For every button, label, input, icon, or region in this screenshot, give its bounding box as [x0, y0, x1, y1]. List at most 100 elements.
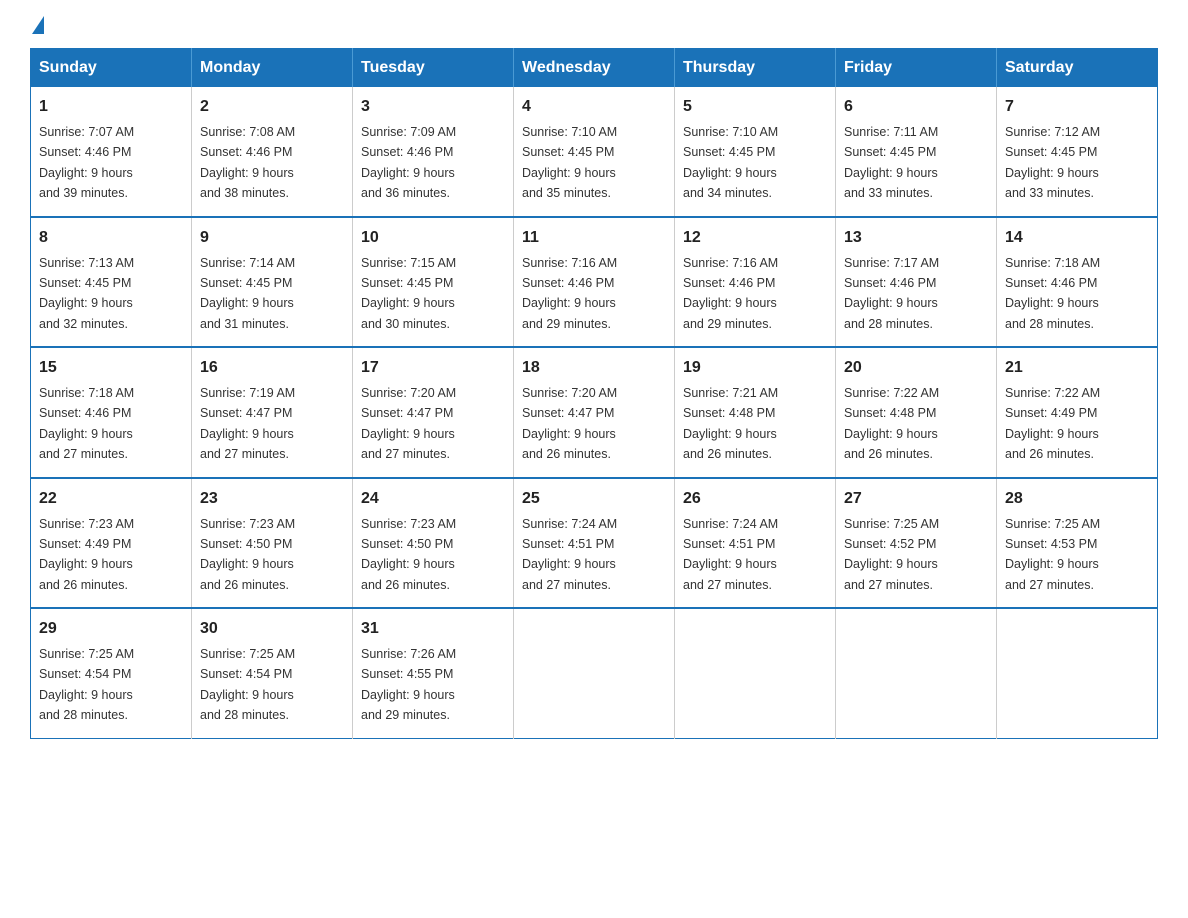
- calendar-header-thursday: Thursday: [675, 49, 836, 88]
- day-info: Sunrise: 7:22 AMSunset: 4:48 PMDaylight:…: [844, 386, 939, 461]
- day-info: Sunrise: 7:11 AMSunset: 4:45 PMDaylight:…: [844, 125, 938, 200]
- day-number: 12: [683, 226, 827, 250]
- day-number: 13: [844, 226, 988, 250]
- day-number: 10: [361, 226, 505, 250]
- calendar-cell: 22 Sunrise: 7:23 AMSunset: 4:49 PMDaylig…: [31, 478, 192, 609]
- calendar-cell: 20 Sunrise: 7:22 AMSunset: 4:48 PMDaylig…: [836, 347, 997, 478]
- day-info: Sunrise: 7:22 AMSunset: 4:49 PMDaylight:…: [1005, 386, 1100, 461]
- day-info: Sunrise: 7:23 AMSunset: 4:49 PMDaylight:…: [39, 517, 134, 592]
- day-info: Sunrise: 7:25 AMSunset: 4:54 PMDaylight:…: [200, 647, 295, 722]
- calendar-cell: 19 Sunrise: 7:21 AMSunset: 4:48 PMDaylig…: [675, 347, 836, 478]
- day-number: 15: [39, 356, 183, 380]
- day-number: 20: [844, 356, 988, 380]
- calendar-cell: 26 Sunrise: 7:24 AMSunset: 4:51 PMDaylig…: [675, 478, 836, 609]
- calendar-cell: 29 Sunrise: 7:25 AMSunset: 4:54 PMDaylig…: [31, 608, 192, 738]
- day-info: Sunrise: 7:23 AMSunset: 4:50 PMDaylight:…: [200, 517, 295, 592]
- day-number: 1: [39, 95, 183, 119]
- page-header: [30, 20, 1158, 38]
- calendar-cell: 25 Sunrise: 7:24 AMSunset: 4:51 PMDaylig…: [514, 478, 675, 609]
- day-info: Sunrise: 7:10 AMSunset: 4:45 PMDaylight:…: [683, 125, 778, 200]
- day-info: Sunrise: 7:16 AMSunset: 4:46 PMDaylight:…: [522, 256, 617, 331]
- calendar-cell: 6 Sunrise: 7:11 AMSunset: 4:45 PMDayligh…: [836, 87, 997, 217]
- calendar-cell: 16 Sunrise: 7:19 AMSunset: 4:47 PMDaylig…: [192, 347, 353, 478]
- day-number: 26: [683, 487, 827, 511]
- calendar-cell: 8 Sunrise: 7:13 AMSunset: 4:45 PMDayligh…: [31, 217, 192, 348]
- day-info: Sunrise: 7:20 AMSunset: 4:47 PMDaylight:…: [361, 386, 456, 461]
- day-number: 28: [1005, 487, 1149, 511]
- day-number: 30: [200, 617, 344, 641]
- calendar-cell: 11 Sunrise: 7:16 AMSunset: 4:46 PMDaylig…: [514, 217, 675, 348]
- calendar-header-tuesday: Tuesday: [353, 49, 514, 88]
- calendar-cell: 14 Sunrise: 7:18 AMSunset: 4:46 PMDaylig…: [997, 217, 1158, 348]
- day-info: Sunrise: 7:08 AMSunset: 4:46 PMDaylight:…: [200, 125, 295, 200]
- calendar-cell: 28 Sunrise: 7:25 AMSunset: 4:53 PMDaylig…: [997, 478, 1158, 609]
- calendar-cell: 13 Sunrise: 7:17 AMSunset: 4:46 PMDaylig…: [836, 217, 997, 348]
- calendar-header-saturday: Saturday: [997, 49, 1158, 88]
- day-number: 8: [39, 226, 183, 250]
- day-info: Sunrise: 7:24 AMSunset: 4:51 PMDaylight:…: [522, 517, 617, 592]
- day-info: Sunrise: 7:19 AMSunset: 4:47 PMDaylight:…: [200, 386, 295, 461]
- calendar-cell: [836, 608, 997, 738]
- calendar-cell: 21 Sunrise: 7:22 AMSunset: 4:49 PMDaylig…: [997, 347, 1158, 478]
- day-info: Sunrise: 7:25 AMSunset: 4:52 PMDaylight:…: [844, 517, 939, 592]
- calendar-cell: [997, 608, 1158, 738]
- day-number: 25: [522, 487, 666, 511]
- day-number: 6: [844, 95, 988, 119]
- day-number: 29: [39, 617, 183, 641]
- calendar-header-wednesday: Wednesday: [514, 49, 675, 88]
- day-info: Sunrise: 7:16 AMSunset: 4:46 PMDaylight:…: [683, 256, 778, 331]
- day-number: 4: [522, 95, 666, 119]
- day-number: 3: [361, 95, 505, 119]
- day-info: Sunrise: 7:21 AMSunset: 4:48 PMDaylight:…: [683, 386, 778, 461]
- calendar-cell: 9 Sunrise: 7:14 AMSunset: 4:45 PMDayligh…: [192, 217, 353, 348]
- calendar-cell: 15 Sunrise: 7:18 AMSunset: 4:46 PMDaylig…: [31, 347, 192, 478]
- calendar-cell: 31 Sunrise: 7:26 AMSunset: 4:55 PMDaylig…: [353, 608, 514, 738]
- day-info: Sunrise: 7:14 AMSunset: 4:45 PMDaylight:…: [200, 256, 295, 331]
- calendar-cell: 2 Sunrise: 7:08 AMSunset: 4:46 PMDayligh…: [192, 87, 353, 217]
- calendar-table: SundayMondayTuesdayWednesdayThursdayFrid…: [30, 48, 1158, 739]
- day-info: Sunrise: 7:18 AMSunset: 4:46 PMDaylight:…: [39, 386, 134, 461]
- day-info: Sunrise: 7:07 AMSunset: 4:46 PMDaylight:…: [39, 125, 134, 200]
- calendar-week-5: 29 Sunrise: 7:25 AMSunset: 4:54 PMDaylig…: [31, 608, 1158, 738]
- day-info: Sunrise: 7:18 AMSunset: 4:46 PMDaylight:…: [1005, 256, 1100, 331]
- day-info: Sunrise: 7:17 AMSunset: 4:46 PMDaylight:…: [844, 256, 939, 331]
- day-number: 17: [361, 356, 505, 380]
- day-number: 16: [200, 356, 344, 380]
- day-info: Sunrise: 7:09 AMSunset: 4:46 PMDaylight:…: [361, 125, 456, 200]
- calendar-cell: 30 Sunrise: 7:25 AMSunset: 4:54 PMDaylig…: [192, 608, 353, 738]
- day-number: 19: [683, 356, 827, 380]
- day-number: 18: [522, 356, 666, 380]
- calendar-week-2: 8 Sunrise: 7:13 AMSunset: 4:45 PMDayligh…: [31, 217, 1158, 348]
- day-info: Sunrise: 7:26 AMSunset: 4:55 PMDaylight:…: [361, 647, 456, 722]
- day-number: 24: [361, 487, 505, 511]
- day-number: 27: [844, 487, 988, 511]
- day-info: Sunrise: 7:25 AMSunset: 4:53 PMDaylight:…: [1005, 517, 1100, 592]
- day-number: 23: [200, 487, 344, 511]
- day-info: Sunrise: 7:24 AMSunset: 4:51 PMDaylight:…: [683, 517, 778, 592]
- day-number: 5: [683, 95, 827, 119]
- calendar-header-friday: Friday: [836, 49, 997, 88]
- calendar-week-1: 1 Sunrise: 7:07 AMSunset: 4:46 PMDayligh…: [31, 87, 1158, 217]
- day-info: Sunrise: 7:12 AMSunset: 4:45 PMDaylight:…: [1005, 125, 1100, 200]
- day-info: Sunrise: 7:25 AMSunset: 4:54 PMDaylight:…: [39, 647, 134, 722]
- calendar-header-row: SundayMondayTuesdayWednesdayThursdayFrid…: [31, 49, 1158, 88]
- calendar-week-3: 15 Sunrise: 7:18 AMSunset: 4:46 PMDaylig…: [31, 347, 1158, 478]
- calendar-cell: 18 Sunrise: 7:20 AMSunset: 4:47 PMDaylig…: [514, 347, 675, 478]
- logo: [30, 20, 44, 38]
- calendar-cell: [514, 608, 675, 738]
- calendar-cell: 12 Sunrise: 7:16 AMSunset: 4:46 PMDaylig…: [675, 217, 836, 348]
- calendar-cell: 1 Sunrise: 7:07 AMSunset: 4:46 PMDayligh…: [31, 87, 192, 217]
- calendar-header-sunday: Sunday: [31, 49, 192, 88]
- calendar-cell: 24 Sunrise: 7:23 AMSunset: 4:50 PMDaylig…: [353, 478, 514, 609]
- calendar-week-4: 22 Sunrise: 7:23 AMSunset: 4:49 PMDaylig…: [31, 478, 1158, 609]
- calendar-cell: 17 Sunrise: 7:20 AMSunset: 4:47 PMDaylig…: [353, 347, 514, 478]
- calendar-cell: 23 Sunrise: 7:23 AMSunset: 4:50 PMDaylig…: [192, 478, 353, 609]
- day-number: 31: [361, 617, 505, 641]
- calendar-cell: 10 Sunrise: 7:15 AMSunset: 4:45 PMDaylig…: [353, 217, 514, 348]
- day-number: 21: [1005, 356, 1149, 380]
- calendar-cell: [675, 608, 836, 738]
- day-number: 22: [39, 487, 183, 511]
- day-number: 11: [522, 226, 666, 250]
- calendar-cell: 7 Sunrise: 7:12 AMSunset: 4:45 PMDayligh…: [997, 87, 1158, 217]
- day-info: Sunrise: 7:10 AMSunset: 4:45 PMDaylight:…: [522, 125, 617, 200]
